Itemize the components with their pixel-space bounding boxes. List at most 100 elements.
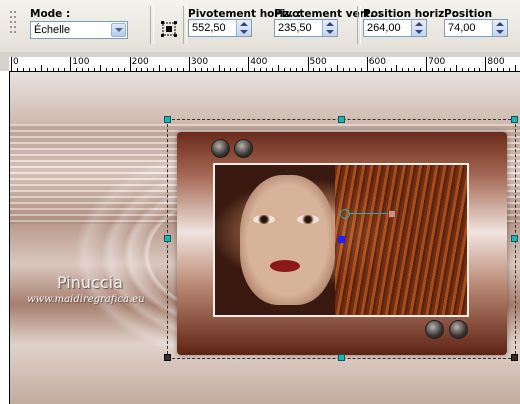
ruler-minor-tick [105, 68, 107, 71]
ruler-minor-tick [200, 68, 202, 71]
ruler-major-tick [366, 57, 368, 71]
ruler-minor-tick [46, 68, 48, 71]
handle-bottom-middle[interactable] [338, 354, 345, 361]
ruler-minor-tick [182, 68, 184, 71]
ruler-label: 800 [487, 57, 505, 67]
ruler-minor-tick [331, 68, 333, 71]
ruler-minor-tick [443, 68, 445, 71]
center-point-handle[interactable] [338, 236, 345, 243]
ruler-minor-tick [212, 68, 214, 71]
ruler-minor-tick [22, 68, 24, 71]
ruler-minor-tick [319, 68, 321, 71]
ruler-minor-tick [378, 68, 380, 71]
ruler-minor-tick [449, 68, 451, 71]
handle-top-right[interactable] [511, 116, 518, 123]
ruler-minor-tick [194, 68, 196, 71]
rotation-pivot-line [348, 213, 388, 214]
mode-label: Mode : [30, 8, 71, 20]
handle-top-middle[interactable] [338, 116, 345, 123]
ruler-minor-tick [414, 68, 416, 71]
mode-select-value: Échelle [34, 24, 71, 36]
mode-select[interactable]: Échelle [30, 21, 128, 39]
position-horizontal-value: 264,00 [367, 22, 401, 34]
tool-options-bar: Mode : Échelle Pivotement horiz. : 552,5… [0, 0, 520, 53]
ruler-minor-tick [260, 68, 262, 71]
ruler-label: 700 [428, 57, 446, 67]
ruler-minor-tick [420, 68, 422, 71]
ruler-minor-tick [461, 68, 463, 71]
rotation-pivot-handle[interactable] [340, 209, 350, 219]
handle-bottom-left[interactable] [164, 354, 171, 361]
ruler-minor-tick [141, 68, 143, 71]
position-vertical-value: 74,00 [448, 22, 476, 34]
chevron-down-icon[interactable] [111, 23, 126, 37]
position-horizontal-stepper[interactable] [411, 20, 426, 36]
ruler-minor-tick [230, 68, 232, 71]
ruler-minor-tick [265, 68, 267, 71]
ruler-minor-tick [437, 68, 439, 71]
position-vertical-input[interactable]: 74,00 [444, 19, 508, 37]
ruler-minor-tick [479, 68, 481, 71]
handle-bottom-right[interactable] [511, 354, 518, 361]
ruler-minor-tick [165, 68, 167, 71]
handle-middle-left[interactable] [164, 235, 171, 242]
ruler-major-tick [426, 57, 428, 71]
ruler-minor-tick [111, 68, 113, 71]
watermark-url: www.maidiregrafica.eu [27, 294, 145, 305]
toolbar-grip[interactable] [4, 8, 22, 36]
toolbar-divider [183, 6, 187, 44]
ruler-major-tick [129, 57, 131, 71]
ruler-minor-tick [289, 68, 291, 71]
ruler-minor-tick [301, 68, 303, 71]
ruler-minor-tick [277, 65, 279, 71]
pivot-horizontal-stepper[interactable] [236, 20, 251, 36]
ruler-major-tick [11, 57, 12, 71]
pivot-vertical-input[interactable]: 235,50 [274, 19, 338, 37]
ruler-minor-tick [467, 68, 469, 71]
ruler-minor-tick [396, 65, 398, 71]
rotation-handle[interactable] [388, 210, 396, 218]
pivot-vertical-stepper[interactable] [322, 20, 337, 36]
ruler-major-tick [188, 57, 190, 71]
ruler-major-tick [70, 57, 72, 71]
ruler-minor-tick [206, 68, 208, 71]
ruler-minor-tick [58, 68, 60, 71]
ruler-minor-tick [503, 68, 505, 71]
position-vertical-stepper[interactable] [492, 20, 507, 36]
ruler-minor-tick [171, 68, 173, 71]
ruler-minor-tick [88, 68, 90, 71]
vertical-ruler [0, 71, 10, 404]
ruler-minor-tick [337, 65, 339, 71]
ruler-label: 500 [309, 57, 327, 67]
ruler-minor-tick [455, 65, 457, 71]
ruler-major-tick [307, 57, 309, 71]
ruler-minor-tick [402, 68, 404, 71]
image-canvas[interactable]: Pinuccia www.maidiregrafica.eu [10, 72, 520, 404]
ruler-minor-tick [177, 68, 179, 71]
pivot-horizontal-input[interactable]: 552,50 [188, 19, 252, 37]
ruler-minor-tick [76, 68, 78, 71]
handle-middle-right[interactable] [511, 235, 518, 242]
ruler-minor-tick [325, 68, 327, 71]
ruler-minor-tick [16, 68, 18, 71]
ruler-minor-tick [432, 68, 434, 71]
ruler-minor-tick [497, 68, 499, 71]
ruler-minor-tick [408, 68, 410, 71]
horizontal-ruler: 0 100 200 300 400 500 600 700 800 [9, 57, 520, 72]
handle-top-left[interactable] [164, 116, 171, 123]
position-horizontal-input[interactable]: 264,00 [363, 19, 427, 37]
ruler-minor-tick [147, 68, 149, 71]
ruler-minor-tick [343, 68, 345, 71]
pivot-horizontal-value: 552,50 [192, 22, 226, 34]
ruler-minor-tick [372, 68, 374, 71]
pick-tool-icon[interactable] [160, 20, 178, 38]
watermark-name: Pinuccia [57, 273, 123, 292]
ruler-minor-tick [354, 68, 356, 71]
ruler-minor-tick [254, 68, 256, 71]
ruler-minor-tick [271, 68, 273, 71]
ruler-label: 400 [250, 57, 268, 67]
ruler-label: 200 [131, 57, 149, 67]
ruler-minor-tick [515, 65, 517, 71]
ruler-major-tick [248, 57, 250, 71]
ruler-minor-tick [153, 68, 155, 71]
